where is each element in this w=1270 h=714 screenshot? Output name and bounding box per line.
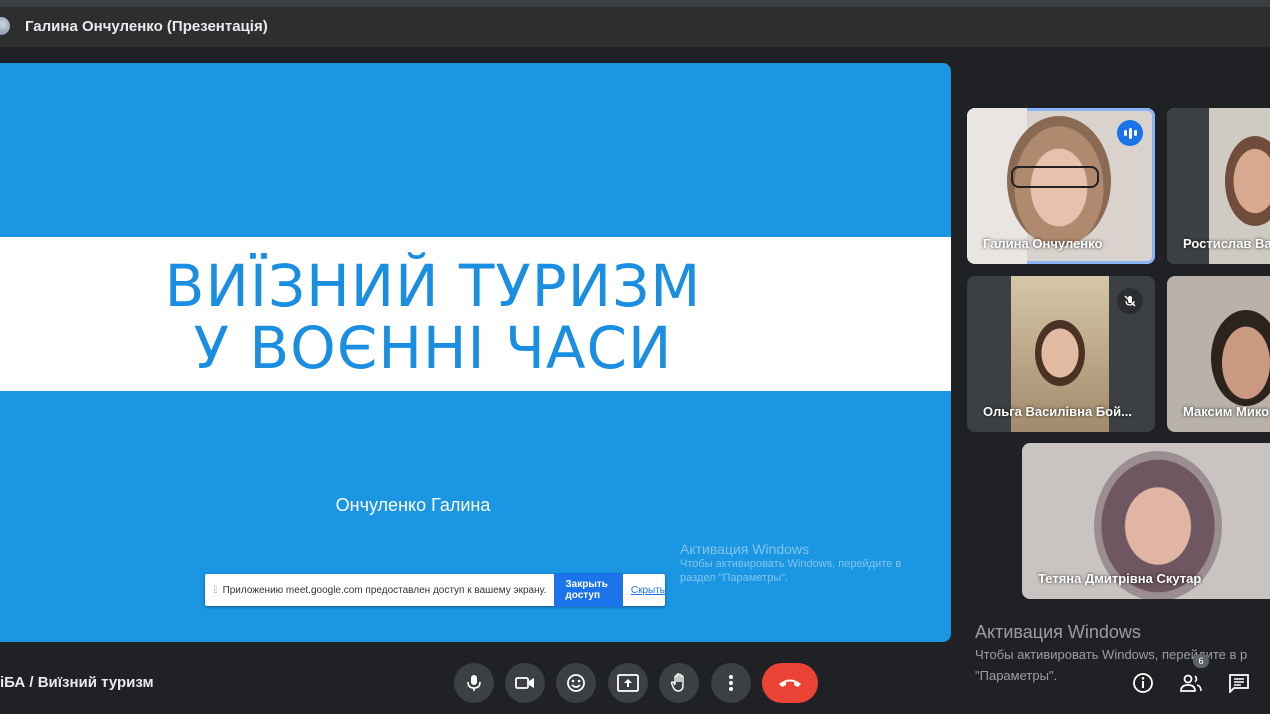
more-vert-icon (729, 675, 733, 691)
info-icon (1133, 673, 1153, 693)
camera-button[interactable] (505, 663, 545, 703)
present-screen-button[interactable] (608, 663, 648, 703)
participant-name: Ольга Василівна Бой... (983, 404, 1132, 419)
participant-count-badge: 6 (1193, 654, 1209, 668)
participant-tile[interactable]: Тетяна Дмитрівна Скутар (1022, 443, 1270, 599)
camera-icon (515, 677, 534, 689)
participant-name: Тетяна Дмитрівна Скутар (1038, 571, 1202, 586)
presentation-slide: ВИЇЗНИЙ ТУРИЗМ У ВОЄННІ ЧАСИ Ончуленко Г… (0, 63, 951, 642)
muted-mic-icon (1117, 288, 1143, 314)
microphone-icon (467, 675, 481, 691)
people-icon (1180, 674, 1202, 692)
slide-author: Ончуленко Галина (335, 495, 491, 515)
windows-activation-watermark: Активация Windows Чтобы активировать Win… (975, 622, 1247, 685)
more-options-button[interactable] (711, 663, 751, 703)
participant-video (1211, 310, 1270, 406)
emoji-icon (567, 674, 585, 692)
raise-hand-icon (670, 673, 684, 692)
presenter-title-bar: Галина Ончуленко (Презентація) (0, 7, 1270, 47)
slide-title: ВИЇЗНИЙ ТУРИЗМ У ВОЄННІ ЧАСИ (0, 255, 866, 379)
hang-up-icon (779, 679, 801, 687)
top-strip (0, 0, 1270, 7)
participant-name: Ростислав Ва (1183, 236, 1270, 251)
participant-tile[interactable]: Галина Ончуленко (967, 108, 1155, 264)
hide-notice-link[interactable]: Скрыть (631, 585, 665, 596)
people-button[interactable] (1176, 668, 1206, 698)
participant-tile[interactable]: Ольга Василівна Бой... (967, 276, 1155, 432)
presenter-avatar (0, 17, 10, 35)
slide-windows-watermark: Активация Windows Чтобы активировать Win… (680, 541, 920, 585)
participant-face (1035, 320, 1085, 386)
stop-sharing-button[interactable]: Закрыть доступ (554, 573, 623, 607)
presenter-title: Галина Ончуленко (Презентація) (25, 18, 268, 35)
present-screen-icon (617, 674, 639, 692)
meeting-details-button[interactable] (1128, 668, 1158, 698)
participant-name: Галина Ончуленко (983, 236, 1103, 251)
slide-title-line-2: У ВОЄННІ ЧАСИ (193, 314, 673, 382)
participant-name: Максим Мико (1183, 404, 1270, 419)
share-notice-message: Приложению meet.google.com предоставлен … (222, 584, 547, 596)
slide-watermark-heading: Активация Windows (680, 541, 810, 557)
reactions-button[interactable] (556, 663, 596, 703)
slide-title-line-1: ВИЇЗНИЙ ТУРИЗМ (164, 252, 702, 320)
watermark-heading: Активация Windows (975, 622, 1141, 642)
drag-handle-icon[interactable]: ⁞⁞ (213, 585, 217, 596)
glasses-shape (1011, 166, 1099, 188)
chat-button[interactable] (1224, 668, 1254, 698)
participant-tile[interactable]: Ростислав Ва (1167, 108, 1270, 264)
slide-watermark-text: Чтобы активировать Windows, перейдите в … (680, 558, 902, 584)
chat-icon (1229, 674, 1249, 693)
speaking-indicator-icon (1117, 120, 1143, 146)
watermark-line-2: "Параметры". (975, 668, 1058, 683)
raise-hand-button[interactable] (659, 663, 699, 703)
microphone-button[interactable] (454, 663, 494, 703)
screen-share-notice: ⁞⁞ Приложению meet.google.com предоставл… (205, 573, 665, 607)
meeting-title: iБА / Виїзний туризм (0, 674, 154, 691)
participant-tile[interactable]: Максим Мико (1167, 276, 1270, 432)
participant-video (1225, 136, 1270, 226)
leave-call-button[interactable] (762, 663, 818, 703)
